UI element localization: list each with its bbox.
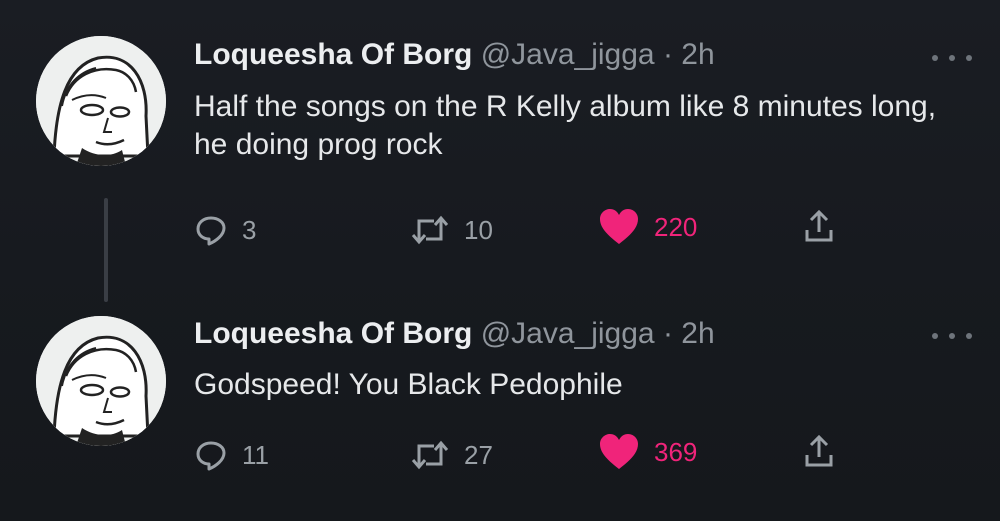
- author-handle[interactable]: @Java_jigga: [481, 38, 655, 71]
- like-button[interactable]: 220: [598, 209, 698, 244]
- like-heart-icon: [600, 209, 638, 244]
- share-button[interactable]: [804, 209, 834, 243]
- retweet-count: 27: [464, 439, 493, 470]
- reply-count: 11: [242, 439, 269, 470]
- thread-connector-line: [104, 198, 108, 302]
- like-count: 369: [654, 436, 698, 467]
- share-button[interactable]: [804, 434, 834, 468]
- separator-dot: ·: [662, 38, 673, 71]
- tweet-text: Half the songs on the R Kelly album like…: [194, 90, 937, 161]
- reply-icon: [196, 216, 226, 246]
- retweet-icon: [411, 215, 449, 245]
- more-options-icon[interactable]: [932, 328, 972, 344]
- avatar[interactable]: [36, 316, 166, 446]
- timeline-frame: Loqueesha Of Borg @Java_jigga · 2h Half …: [0, 0, 1000, 521]
- like-button[interactable]: 369: [598, 434, 698, 469]
- author-name[interactable]: Loqueesha Of Borg: [194, 38, 472, 71]
- reply-button[interactable]: 11: [194, 438, 269, 472]
- reply-count: 3: [242, 214, 257, 245]
- retweet-button[interactable]: 10: [410, 213, 493, 247]
- tweet-header: Loqueesha Of Borg @Java_jigga · 2h: [194, 316, 715, 352]
- separator-dot: ·: [662, 317, 673, 350]
- avatar-cartoon-image: [36, 316, 166, 446]
- like-heart-icon: [600, 434, 638, 469]
- timestamp[interactable]: 2h: [681, 38, 714, 71]
- retweet-count: 10: [464, 214, 493, 245]
- avatar-cartoon-image: [36, 36, 166, 166]
- more-options-icon[interactable]: [932, 50, 972, 66]
- avatar[interactable]: [36, 36, 166, 166]
- reply-icon: [196, 441, 226, 471]
- share-icon: [805, 209, 833, 242]
- reply-button[interactable]: 3: [194, 213, 256, 247]
- author-name[interactable]: Loqueesha Of Borg: [194, 317, 472, 350]
- like-count: 220: [654, 211, 698, 242]
- tweet-text: Godspeed! You Black Pedophile: [194, 368, 623, 401]
- retweet-button[interactable]: 27: [410, 438, 493, 472]
- timestamp[interactable]: 2h: [681, 317, 714, 350]
- share-icon: [805, 434, 833, 467]
- retweet-icon: [411, 440, 449, 470]
- author-handle[interactable]: @Java_jigga: [481, 317, 655, 350]
- tweet-header: Loqueesha Of Borg @Java_jigga · 2h: [194, 37, 715, 73]
